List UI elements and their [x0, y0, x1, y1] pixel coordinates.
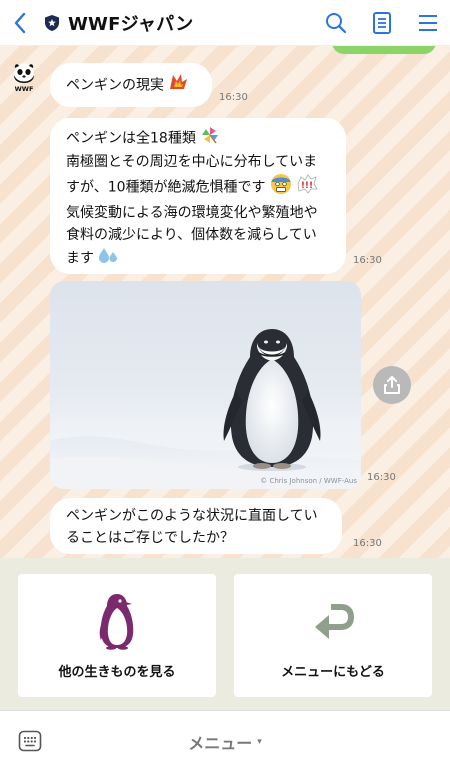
other-creatures-label: 他の生きものを見る — [58, 665, 176, 680]
timestamp: 16:30 — [219, 92, 248, 103]
message-line: ペンギンがこのような状況に直面してい — [66, 508, 318, 524]
penguin-photo[interactable]: © Chris Johnson / WWF-Aus — [50, 281, 361, 489]
chat-area[interactable]: WWF ペンギンの現実 16:30 ペンギンは全18種類 南極圏とその周辺を中心… — [0, 46, 450, 558]
search-icon[interactable] — [324, 11, 348, 35]
timestamp: 16:30 — [367, 472, 396, 483]
message-bubble[interactable]: ペンギンがこのような状況に直面してい ることはご存じでしたか？ — [50, 498, 342, 554]
exclamation-icon: !!! — [296, 174, 319, 201]
photo-credit: © Chris Johnson / WWF-Aus — [260, 477, 357, 485]
timestamp: 16:30 — [353, 538, 382, 549]
pinwheel-icon — [200, 126, 220, 151]
svg-text:!!!: !!! — [301, 181, 313, 191]
notes-icon[interactable] — [370, 11, 394, 35]
caret-down-icon: ▾ — [257, 737, 262, 747]
menu-toggle-label: メニュー — [188, 734, 253, 753]
back-to-menu-button[interactable]: メニューにもどる — [234, 574, 432, 697]
message-line: 気候変動による海の環境変化や繁殖地や — [66, 205, 318, 221]
back-icon[interactable] — [0, 0, 40, 46]
sweat-drops-icon — [98, 246, 118, 271]
wwf-logo-avatar[interactable]: WWF — [12, 62, 36, 93]
bottom-bar: メニュー ▾ — [0, 710, 450, 772]
other-creatures-button[interactable]: 他の生きものを見る — [18, 574, 216, 697]
message-line: 食料の減少により、個体数を減らしてい — [66, 227, 317, 243]
chat-title: WWFジャパン — [68, 13, 194, 35]
sent-message-bubble — [332, 46, 436, 54]
timestamp: 16:30 — [353, 255, 382, 266]
chinstrap-penguin-image — [50, 329, 361, 489]
message-line: ペンギンは全18種類 — [66, 130, 196, 147]
message-bubble[interactable]: ペンギンは全18種類 南極圏とその周辺を中心に分布していま すが、10種類が絶滅… — [50, 118, 346, 274]
svg-text:WWF: WWF — [15, 85, 34, 92]
message-line: ることはご存じでしたか？ — [66, 530, 234, 546]
back-to-menu-label: メニューにもどる — [281, 665, 385, 680]
share-icon[interactable] — [373, 366, 411, 404]
message-line: ます — [66, 250, 94, 267]
penguin-icon — [99, 590, 135, 652]
message-bubble[interactable]: ペンギンの現実 — [50, 63, 212, 107]
chat-header: WWFジャパン — [0, 0, 450, 46]
message-line: 南極圏とその周辺を中心に分布していま — [66, 154, 318, 170]
scared-face-icon — [270, 173, 292, 202]
surprise-icon — [168, 73, 188, 98]
shield-icon — [44, 14, 62, 32]
message-text: ペンギンの現実 — [66, 77, 164, 94]
menu-toggle-button[interactable]: メニュー ▾ — [0, 711, 450, 772]
return-arrow-icon — [311, 590, 355, 652]
message-line: すが、10種類が絶滅危惧種です — [66, 179, 266, 196]
rich-menu: 他の生きものを見る メニューにもどる — [0, 558, 450, 710]
menu-icon[interactable] — [416, 11, 440, 35]
keyboard-icon[interactable] — [18, 729, 42, 753]
